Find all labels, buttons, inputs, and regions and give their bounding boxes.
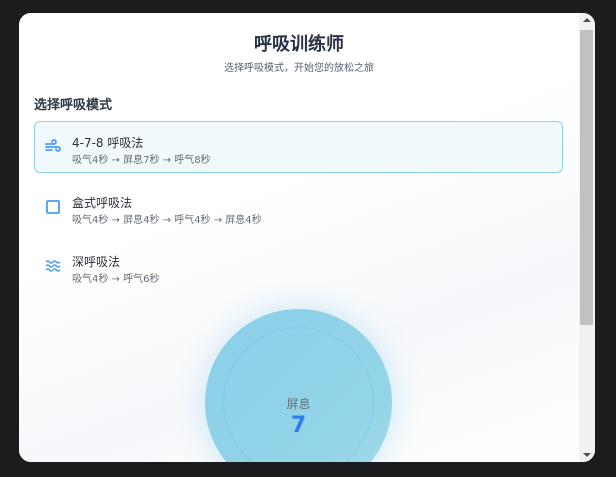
breath-phase: 屏息: [286, 397, 311, 411]
mode-desc: 吸气4秒 → 屏息4秒 → 呼气4秒 → 屏息4秒: [72, 215, 262, 226]
wind-icon: [45, 139, 61, 152]
mode-name: 4-7-8 呼吸法: [72, 136, 144, 150]
square-icon: [46, 200, 60, 214]
main-content: 呼吸训练师 选择呼吸模式，开始您的放松之旅 选择呼吸模式 4-7-8 呼吸法 吸…: [19, 13, 579, 462]
scroll-down-icon[interactable]: [583, 453, 591, 457]
breathing-circle[interactable]: 屏息 7: [205, 309, 392, 462]
scrollbar-thumb[interactable]: [580, 30, 593, 325]
mode-desc: 吸气4秒 → 屏息7秒 → 呼气8秒: [72, 155, 211, 166]
mode-name: 深呼吸法: [72, 255, 121, 269]
waves-icon: [45, 260, 61, 272]
mode-desc: 吸气4秒 → 呼气6秒: [72, 274, 160, 285]
scrollbar[interactable]: [579, 13, 595, 462]
mode-name: 盒式呼吸法: [72, 196, 133, 210]
app-window: 呼吸训练师 选择呼吸模式，开始您的放松之旅 选择呼吸模式 4-7-8 呼吸法 吸…: [19, 13, 595, 462]
mode-item-478[interactable]: 4-7-8 呼吸法 吸气4秒 → 屏息7秒 → 呼气8秒: [34, 121, 563, 173]
section-title: 选择呼吸模式: [34, 98, 113, 113]
scroll-up-icon[interactable]: [583, 18, 591, 22]
breath-countdown: 7: [290, 413, 307, 438]
page-subtitle: 选择呼吸模式，开始您的放松之旅: [224, 63, 374, 74]
mode-item-deep[interactable]: 深呼吸法 吸气4秒 → 呼气6秒: [34, 240, 563, 292]
page-title: 呼吸训练师: [254, 34, 344, 55]
mode-item-box[interactable]: 盒式呼吸法 吸气4秒 → 屏息4秒 → 呼气4秒 → 屏息4秒: [34, 181, 563, 233]
